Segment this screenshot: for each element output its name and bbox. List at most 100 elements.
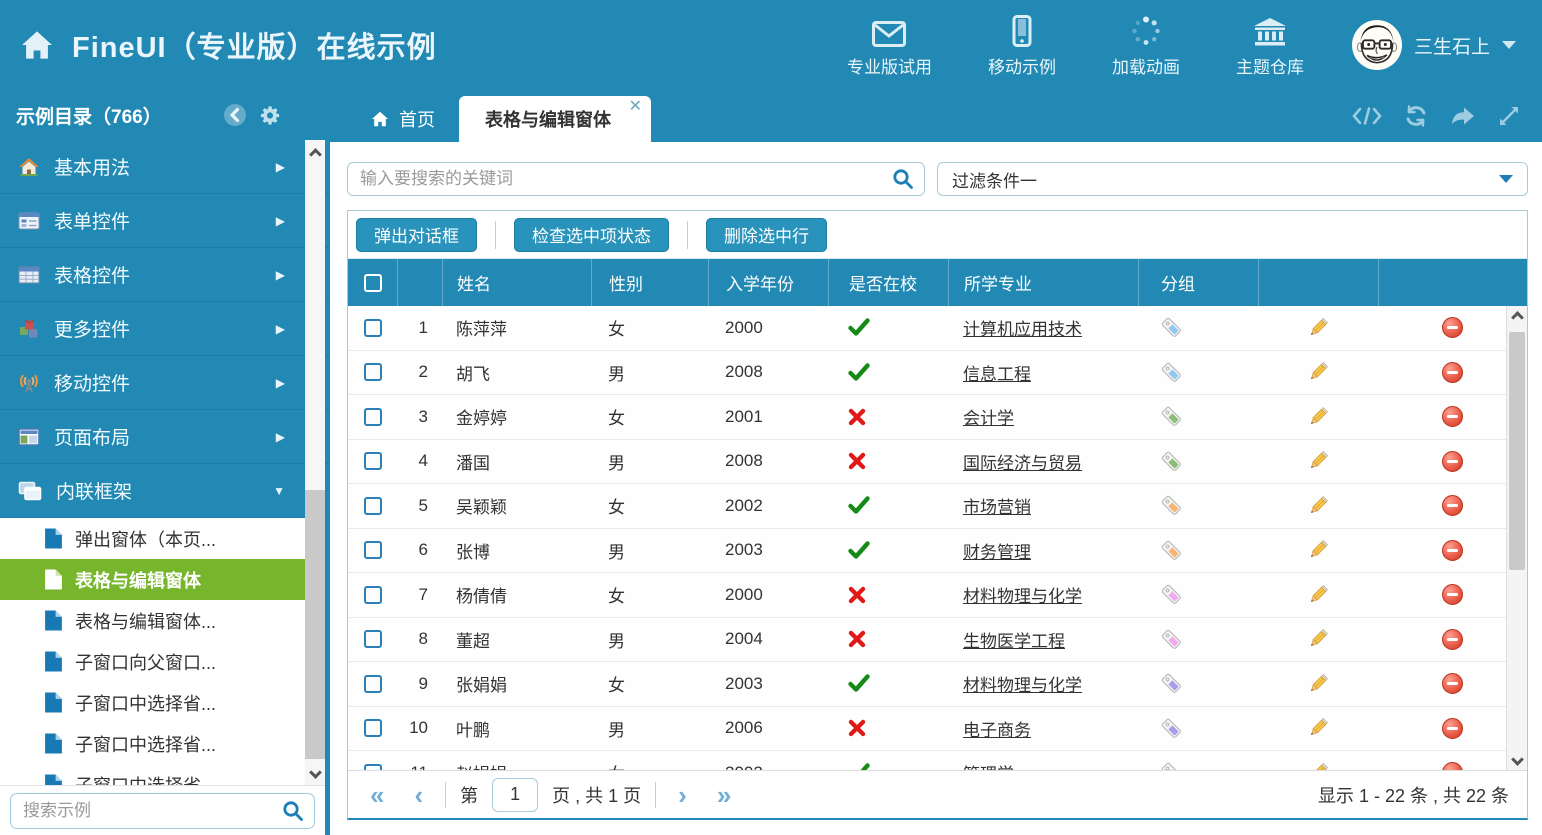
row-checkbox[interactable] <box>364 719 382 737</box>
open-dialog-button[interactable]: 弹出对话框 <box>356 218 477 252</box>
refresh-button[interactable] <box>1404 105 1428 127</box>
tag-icon[interactable] <box>1160 761 1183 770</box>
tag-icon[interactable] <box>1160 316 1183 339</box>
delete-icon[interactable] <box>1442 317 1463 338</box>
tag-icon[interactable] <box>1160 583 1183 606</box>
major-link[interactable]: 管理学 <box>963 760 1014 770</box>
view-source-button[interactable] <box>1352 106 1382 126</box>
edit-pencil-icon[interactable] <box>1306 405 1330 429</box>
tab-grid-window[interactable]: 表格与编辑窗体 ✕ <box>459 96 651 142</box>
major-link[interactable]: 生物医学工程 <box>963 627 1065 652</box>
fullscreen-button[interactable] <box>1498 105 1520 127</box>
submenu-item-2[interactable]: 表格与编辑窗体... <box>0 600 325 641</box>
header-action-trial[interactable]: 专业版试用 <box>847 13 932 78</box>
tag-icon[interactable] <box>1160 717 1183 740</box>
sidebar-item-basic[interactable]: 基本用法 ▶ <box>0 140 330 194</box>
search-icon[interactable] <box>282 800 314 822</box>
gear-icon[interactable] <box>259 104 282 127</box>
major-link[interactable]: 电子商务 <box>963 716 1031 741</box>
edit-pencil-icon[interactable] <box>1306 316 1330 340</box>
sidebar-item-form[interactable]: 表单控件 ▶ <box>0 194 330 248</box>
tag-icon[interactable] <box>1160 361 1183 384</box>
submenu-item-6[interactable]: 子窗口中选择省 <box>0 764 325 785</box>
delete-icon[interactable] <box>1442 451 1463 472</box>
submenu-item-5[interactable]: 子窗口中选择省... <box>0 723 325 764</box>
major-link[interactable]: 材料物理与化学 <box>963 671 1082 696</box>
tag-icon[interactable] <box>1160 672 1183 695</box>
sidebar-item-more[interactable]: 更多控件 ▶ <box>0 302 330 356</box>
submenu-item-4[interactable]: 子窗口中选择省... <box>0 682 325 723</box>
row-checkbox[interactable] <box>364 363 382 381</box>
major-link[interactable]: 财务管理 <box>963 538 1031 563</box>
major-link[interactable]: 材料物理与化学 <box>963 582 1082 607</box>
major-link[interactable]: 信息工程 <box>963 360 1031 385</box>
sidebar-search-input[interactable] <box>11 801 282 821</box>
row-checkbox[interactable] <box>364 497 382 515</box>
tag-icon[interactable] <box>1160 450 1183 473</box>
major-link[interactable]: 国际经济与贸易 <box>963 449 1082 474</box>
last-page-button[interactable]: » <box>709 782 739 808</box>
delete-icon[interactable] <box>1442 495 1463 516</box>
row-checkbox[interactable] <box>364 541 382 559</box>
submenu-item-0[interactable]: 弹出窗体（本页... <box>0 518 325 559</box>
tab-home[interactable]: 首页 <box>347 96 459 142</box>
select-all-checkbox[interactable] <box>364 274 382 292</box>
search-icon[interactable] <box>892 168 924 190</box>
row-checkbox[interactable] <box>364 319 382 337</box>
delete-icon[interactable] <box>1442 362 1463 383</box>
tag-icon[interactable] <box>1160 494 1183 517</box>
row-checkbox[interactable] <box>364 586 382 604</box>
row-checkbox[interactable] <box>364 408 382 426</box>
sidebar-scrollbar[interactable] <box>305 140 325 785</box>
scrollbar-thumb[interactable] <box>1509 332 1525 570</box>
row-checkbox[interactable] <box>364 630 382 648</box>
edit-pencil-icon[interactable] <box>1306 627 1330 651</box>
open-new-window-button[interactable] <box>1450 105 1476 127</box>
tag-icon[interactable] <box>1160 539 1183 562</box>
edit-pencil-icon[interactable] <box>1306 538 1330 562</box>
filter-dropdown[interactable]: 过滤条件一 <box>937 162 1528 196</box>
delete-icon[interactable] <box>1442 584 1463 605</box>
delete-icon[interactable] <box>1442 673 1463 694</box>
tag-icon[interactable] <box>1160 405 1183 428</box>
major-link[interactable]: 会计学 <box>963 404 1014 429</box>
header-action-mobile[interactable]: 移动示例 <box>988 13 1056 78</box>
edit-pencil-icon[interactable] <box>1306 583 1330 607</box>
header-action-theme[interactable]: 主题仓库 <box>1236 13 1304 78</box>
submenu-item-1[interactable]: 表格与编辑窗体 <box>0 559 325 600</box>
major-link[interactable]: 计算机应用技术 <box>963 315 1082 340</box>
tag-icon[interactable] <box>1160 628 1183 651</box>
row-checkbox[interactable] <box>364 675 382 693</box>
sidebar-item-mobile[interactable]: 移动控件 ▶ <box>0 356 330 410</box>
scrollbar-thumb[interactable] <box>305 140 325 490</box>
major-link[interactable]: 市场营销 <box>963 493 1031 518</box>
delete-icon[interactable] <box>1442 406 1463 427</box>
close-icon[interactable]: ✕ <box>629 99 642 115</box>
edit-pencil-icon[interactable] <box>1306 716 1330 740</box>
check-selected-button[interactable]: 检查选中项状态 <box>514 218 669 252</box>
sidebar-item-layout[interactable]: 页面布局 ▶ <box>0 410 330 464</box>
column-header[interactable] <box>348 259 397 306</box>
edit-pencil-icon[interactable] <box>1306 761 1330 770</box>
page-number-input[interactable] <box>492 778 538 812</box>
edit-pencil-icon[interactable] <box>1306 360 1330 384</box>
edit-pencil-icon[interactable] <box>1306 672 1330 696</box>
delete-icon[interactable] <box>1442 540 1463 561</box>
table-scrollbar[interactable] <box>1506 306 1527 770</box>
collapse-sidebar-button[interactable] <box>223 103 247 127</box>
submenu-item-3[interactable]: 子窗口向父窗口... <box>0 641 325 682</box>
delete-icon[interactable] <box>1442 718 1463 739</box>
edit-pencil-icon[interactable] <box>1306 494 1330 518</box>
row-checkbox[interactable] <box>364 452 382 470</box>
header-action-loading[interactable]: 加载动画 <box>1112 13 1180 78</box>
sidebar-item-grid[interactable]: 表格控件 ▶ <box>0 248 330 302</box>
keyword-search-input[interactable] <box>348 169 892 189</box>
user-menu[interactable]: 三生石上 <box>1352 20 1542 70</box>
row-checkbox[interactable] <box>364 764 382 770</box>
edit-pencil-icon[interactable] <box>1306 449 1330 473</box>
prev-page-button[interactable]: ‹ <box>406 782 431 808</box>
next-page-button[interactable]: › <box>670 782 695 808</box>
first-page-button[interactable]: « <box>362 782 392 808</box>
delete-icon[interactable] <box>1442 762 1463 770</box>
delete-selected-button[interactable]: 删除选中行 <box>706 218 827 252</box>
